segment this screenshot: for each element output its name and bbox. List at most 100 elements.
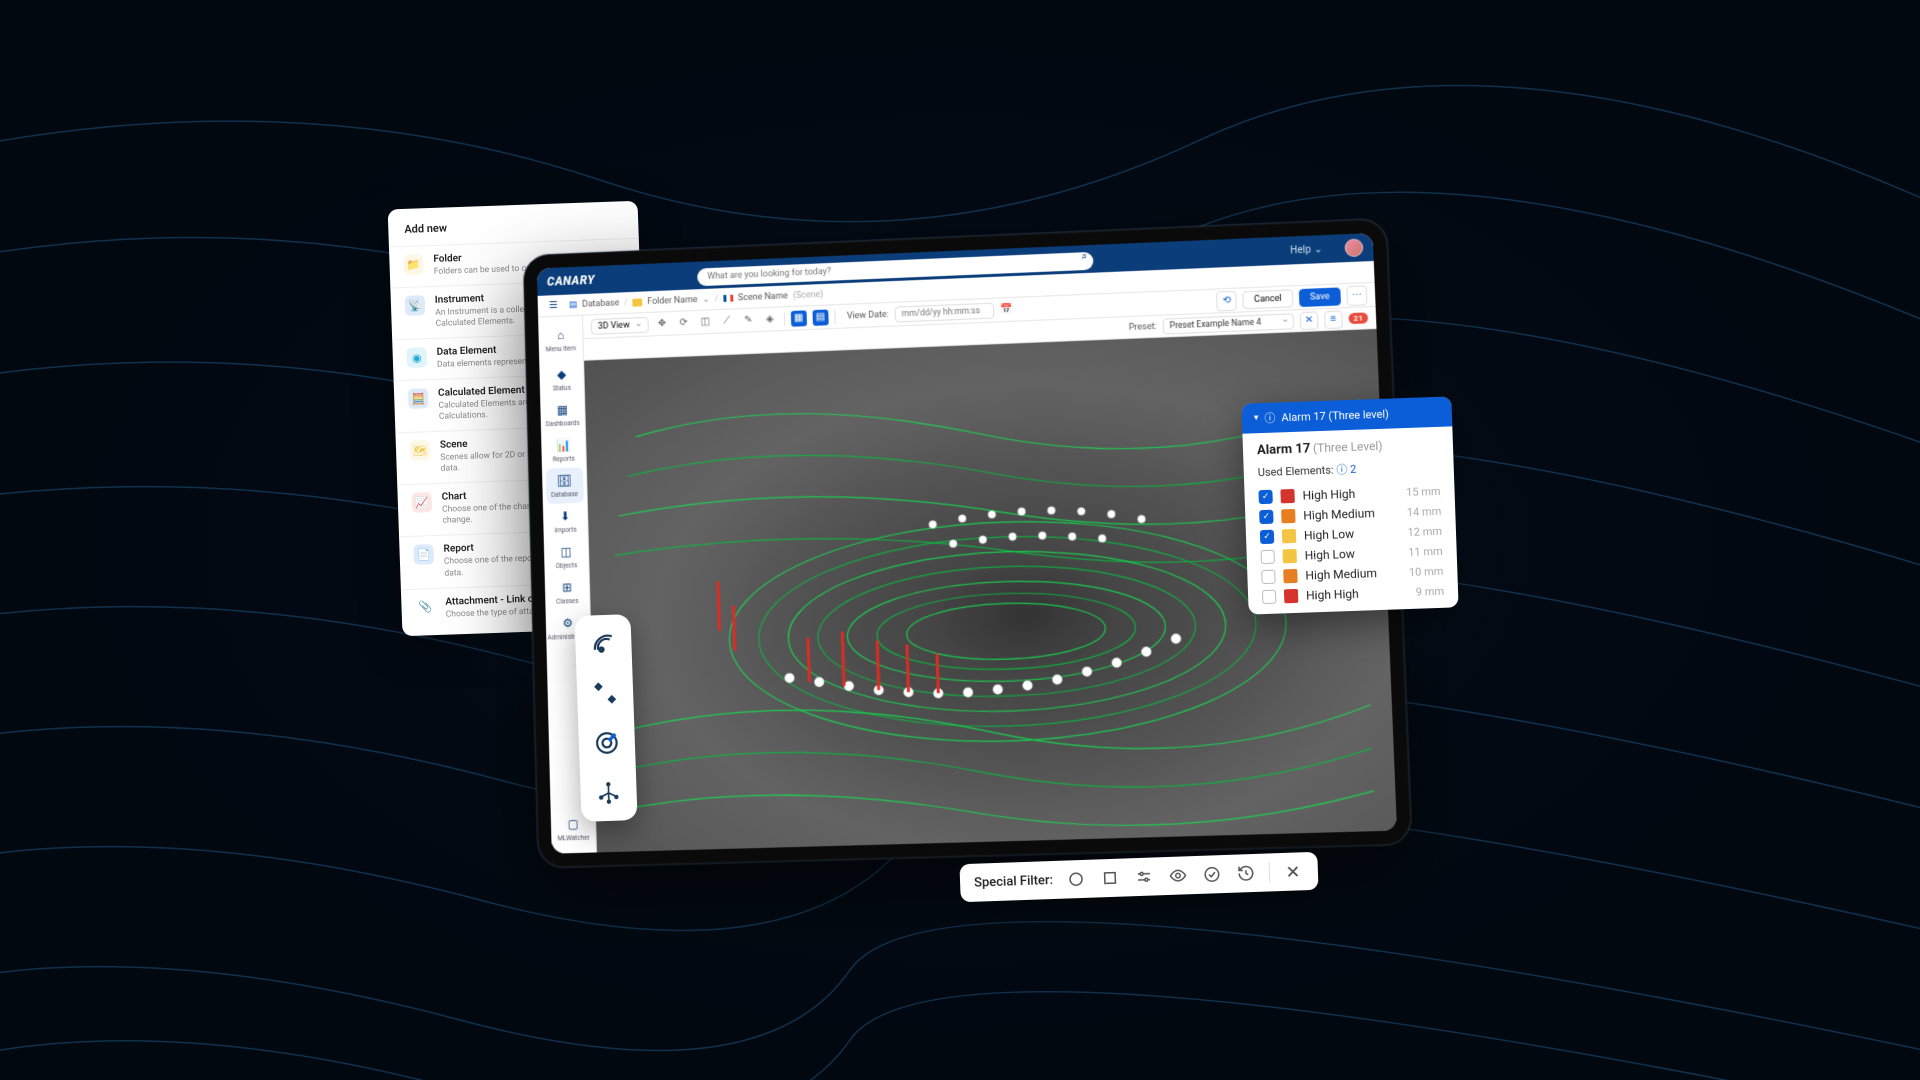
circle-icon[interactable] [1065, 868, 1088, 891]
cube-icon[interactable]: ◫ [697, 314, 713, 330]
search-icon[interactable]: ⌕ [1081, 251, 1087, 262]
preset-label: Preset: [1128, 321, 1156, 332]
nav-imports[interactable]: ⬇Imports [546, 503, 584, 540]
alarm-title: Alarm 17 [1257, 441, 1311, 458]
level-label: High Low [1304, 525, 1400, 542]
cancel-button[interactable]: Cancel [1243, 289, 1294, 309]
special-filter-label: Special Filter: [974, 873, 1053, 891]
help-menu[interactable]: Help⌄ [1290, 244, 1323, 256]
nav-icon: 📊 [555, 437, 571, 453]
network-icon[interactable] [594, 778, 623, 807]
level-label: High Low [1304, 545, 1400, 562]
level-checkbox[interactable] [1261, 570, 1275, 584]
tag-icon[interactable]: ◈ [762, 311, 778, 327]
crumb-scene[interactable]: Scene Name [738, 291, 788, 303]
folder-icon [633, 298, 643, 306]
level-checkbox[interactable] [1261, 550, 1275, 564]
eye-icon[interactable] [1167, 864, 1190, 887]
save-button[interactable]: Save [1299, 287, 1341, 307]
sliders-icon[interactable] [1133, 865, 1156, 888]
attach-icon: 📎 [415, 597, 436, 618]
brand-logo: CANARY [547, 273, 595, 289]
preset-action-icon[interactable]: ✕ [1300, 311, 1319, 330]
info-icon[interactable]: ⓘ [1336, 463, 1347, 476]
nav-database[interactable]: 🗄Database [545, 467, 583, 504]
refresh-button[interactable]: ⟲ [1216, 290, 1237, 311]
nav-objects[interactable]: ◫Objects [547, 538, 585, 575]
level-checkbox[interactable]: ✓ [1260, 530, 1274, 544]
move-icon[interactable]: ✥ [654, 315, 670, 331]
crumb-folder[interactable]: Folder Name [647, 295, 698, 307]
view-mode-select[interactable]: 3D View [591, 316, 649, 334]
chevron-down-icon[interactable]: ⌄ [702, 294, 710, 304]
history-icon[interactable] [1234, 862, 1257, 885]
rotate-icon[interactable]: ⟳ [675, 315, 691, 331]
crumb-root[interactable]: Database [582, 298, 619, 309]
alarm-level-row: ✓High High15 mm [1258, 484, 1440, 504]
alarm-body: Alarm 17 (Three Level) Used Elements: ⓘ … [1242, 426, 1458, 614]
target-icon[interactable] [592, 729, 621, 758]
nav-classes[interactable]: ⊞Classes [548, 574, 586, 611]
check-circle-icon[interactable] [1200, 863, 1223, 886]
home-icon: ⌂ [553, 327, 569, 343]
nav-icon: ◆ [554, 366, 570, 382]
level-swatch [1283, 569, 1297, 583]
view-date-label: View Date: [847, 309, 889, 321]
nav-status[interactable]: ◆Status [543, 361, 581, 398]
view-date-input[interactable] [895, 302, 995, 322]
database-icon: ▤ [569, 300, 578, 310]
grid-a-icon[interactable]: ▦ [790, 310, 806, 326]
level-checkbox[interactable] [1262, 590, 1276, 604]
alarm-level-row: ✓ High Medium 14 mm [1259, 504, 1441, 524]
level-swatch [1284, 589, 1298, 603]
alarm-header-title: Alarm 17 (Three level) [1281, 407, 1389, 424]
level-value: 15 mm [1406, 484, 1441, 498]
alarm-subtitle: (Three Level) [1313, 439, 1383, 455]
alarm-level-row: High Medium10 mm [1261, 564, 1443, 584]
measure-icon[interactable]: ⟋ [719, 313, 735, 329]
level-checkbox[interactable]: ✓ [1258, 490, 1272, 504]
edit-icon[interactable]: ✎ [740, 312, 756, 328]
calc-icon: 🧮 [408, 388, 429, 409]
chevron-down-icon: ⌄ [1314, 244, 1323, 255]
alarm-level-row: ✓High Low12 mm [1260, 524, 1442, 544]
level-label: High High [1306, 585, 1408, 603]
level-checkbox[interactable]: ✓ [1259, 510, 1273, 524]
avatar[interactable] [1344, 238, 1363, 257]
alarm-popup: ▾ ⓘ Alarm 17 (Three level) Alarm 17 (Thr… [1241, 396, 1458, 614]
grid-b-icon[interactable]: ▤ [812, 309, 828, 325]
level-value: 11 mm [1408, 544, 1443, 558]
folder-icon: 📁 [403, 254, 424, 275]
nav-icon: ◫ [558, 544, 574, 560]
nav-icon: ⚙ [560, 615, 576, 631]
used-elements: Used Elements: ⓘ 2 [1258, 458, 1440, 480]
preset-select[interactable]: Preset Example Name 4 [1162, 313, 1294, 334]
menu-icon[interactable]: ☰ [545, 300, 561, 311]
satellite-icon[interactable] [591, 679, 620, 708]
report-icon: 📄 [413, 545, 434, 566]
monitor-icon: ▢ [565, 816, 581, 832]
radar-icon[interactable] [589, 629, 618, 658]
nav-menu-item[interactable]: ⌂Menu Item [542, 322, 580, 359]
nav-icon: ⬇ [557, 508, 573, 524]
level-label: High Medium [1303, 505, 1399, 522]
level-swatch [1280, 489, 1294, 503]
level-label: High Medium [1305, 565, 1401, 582]
sensor-markers [780, 502, 1183, 703]
level-value: 9 mm [1416, 584, 1445, 598]
nav-reports[interactable]: 📊Reports [544, 432, 582, 469]
more-button[interactable]: ⋯ [1346, 285, 1367, 306]
preset-layers-icon[interactable]: ≡ [1324, 310, 1343, 329]
info-icon: ⓘ [1264, 410, 1276, 426]
nav-dashboards[interactable]: ▦Dashboards [544, 396, 582, 433]
preset-badge: 21 [1348, 312, 1368, 324]
flag-icon [723, 295, 733, 302]
floating-tool-strip [574, 614, 637, 822]
square-icon[interactable] [1099, 867, 1122, 890]
used-count[interactable]: 2 [1350, 463, 1357, 476]
nav-icon: 🗄 [556, 473, 572, 489]
close-icon[interactable] [1281, 860, 1304, 883]
calendar-icon[interactable]: 📅 [1000, 304, 1013, 315]
level-value: 14 mm [1407, 504, 1442, 518]
level-swatch [1281, 509, 1295, 523]
